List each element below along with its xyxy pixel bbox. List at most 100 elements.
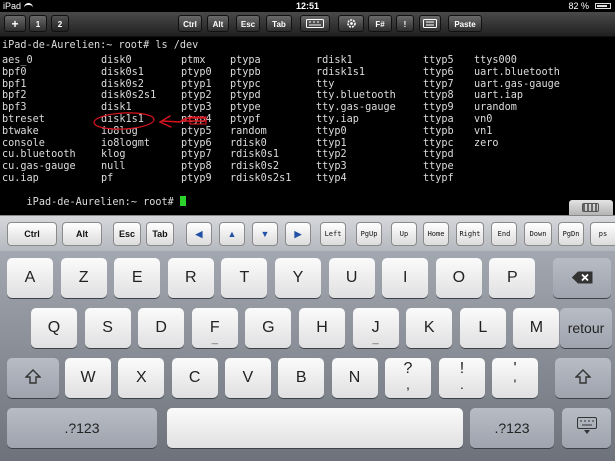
key-s[interactable]: S [84, 308, 131, 348]
left-arrow-key[interactable]: ◀ [186, 222, 212, 246]
listing-entry: ttypf [423, 173, 454, 184]
special-key-button[interactable]: ! [396, 15, 414, 32]
backspace-key[interactable] [553, 258, 611, 298]
listing-entry: ptyp5 [181, 125, 212, 137]
right-arrow-key[interactable]: ▶ [285, 222, 311, 246]
listing-entry: rdisk1s1 [316, 66, 366, 78]
apostrophe-key[interactable]: ' ' [492, 358, 538, 398]
gear-icon [346, 19, 356, 28]
paste-button[interactable]: Paste [448, 15, 482, 32]
listing-entry: ptypa [230, 55, 261, 66]
listing-entry: io8logmt [101, 137, 151, 149]
function-keys-button[interactable]: F# [368, 15, 392, 32]
new-session-button[interactable]: + [4, 15, 26, 32]
numbers-key-left[interactable]: .?123 [7, 408, 157, 448]
listing-entry: ttyp1 [316, 137, 347, 149]
listing-entry: ttyp2 [316, 149, 347, 161]
terminal-toolbar: + 1 2 Ctrl Alt Esc Tab F# ! Paste [0, 12, 615, 37]
key-h[interactable]: H [299, 308, 345, 348]
key-i[interactable]: I [382, 258, 429, 298]
key-c[interactable]: C [171, 358, 218, 398]
listing-entry: ttys000 [474, 55, 517, 66]
listing-entry: bpf3 [2, 102, 27, 114]
key-y[interactable]: Y [275, 258, 321, 298]
key-q[interactable]: Q [31, 308, 77, 348]
key-w[interactable]: W [65, 358, 111, 398]
key-f[interactable]: F _ [191, 308, 238, 348]
listing-entry: uart.bluetooth [474, 66, 560, 78]
hide-keyboard-tab[interactable] [569, 200, 613, 215]
listing-entry: ttyp4 [316, 173, 347, 184]
key-l[interactable]: L [459, 308, 506, 348]
end-key[interactable]: End [491, 222, 517, 246]
return-key[interactable]: retour [560, 308, 612, 348]
key-u[interactable]: U [328, 258, 375, 298]
ps-key[interactable]: ps [590, 222, 615, 246]
up-key[interactable]: Up [391, 222, 417, 246]
key-b[interactable]: B [278, 358, 325, 398]
left-key[interactable]: Left [320, 222, 346, 246]
terminal-output[interactable]: iPad-de-Aurelien:~ root# ls /dev aes_0 di… [0, 37, 615, 208]
listing-entry: disk0s2s1 [101, 90, 157, 102]
key-m[interactable]: M [513, 308, 560, 348]
listing-entry: ptyp8 [181, 161, 212, 173]
keypad-button[interactable] [419, 15, 441, 32]
listing-entry: ptyp7 [181, 149, 212, 161]
ctrl-key[interactable]: Ctrl [7, 222, 57, 246]
ctrl-key-button[interactable]: Ctrl [178, 15, 202, 32]
key-j[interactable]: J _ [352, 308, 399, 348]
up-arrow-key[interactable]: ▲ [219, 222, 245, 246]
listing-entry: ptypb [230, 66, 261, 78]
tab-key-button[interactable]: Tab [266, 15, 292, 32]
listing-entry: rdisk0s1 [230, 149, 280, 161]
listing-entry: ttyp7 [423, 78, 454, 90]
pgdn-key[interactable]: PgDn [558, 222, 584, 246]
keyboard-toggle-button[interactable] [300, 15, 330, 32]
key-g[interactable]: G [245, 308, 292, 348]
listing-entry: io8log [101, 125, 138, 137]
key-k[interactable]: K [406, 308, 453, 348]
listing-entry: ttyp3 [316, 161, 347, 173]
listing-entry: ttyp5 [423, 55, 454, 66]
tab-key[interactable]: Tab [146, 222, 174, 246]
key-x[interactable]: X [118, 358, 165, 398]
prompt-text: iPad-de-Aurelien:~ root# [26, 197, 174, 208]
down-arrow-key[interactable]: ▼ [252, 222, 278, 246]
listing-entry: btwake [2, 125, 39, 137]
key-t[interactable]: T [221, 258, 268, 298]
session-tab-2[interactable]: 2 [51, 15, 69, 32]
alt-key[interactable]: Alt [62, 222, 102, 246]
settings-button[interactable] [338, 15, 364, 32]
dismiss-keyboard-key[interactable] [562, 408, 611, 448]
listing-entry: urandom [474, 102, 517, 114]
key-e[interactable]: E [114, 258, 161, 298]
key-d[interactable]: D [138, 308, 185, 348]
shift-key-right[interactable] [555, 358, 611, 398]
comma-key[interactable]: ? , [385, 358, 431, 398]
listing-entry: ttypb [423, 125, 454, 137]
period-key[interactable]: ! . [439, 358, 485, 398]
session-tab-1[interactable]: 1 [29, 15, 47, 32]
listing-entry: ttyp6 [423, 66, 454, 78]
key-o[interactable]: O [435, 258, 482, 298]
numbers-key-right[interactable]: .?123 [470, 408, 554, 448]
pgup-key[interactable]: PgUp [356, 222, 382, 246]
key-a[interactable]: A [7, 258, 53, 298]
key-z[interactable]: Z [60, 258, 107, 298]
listing-entry: disk0s1 [101, 66, 144, 78]
shift-key-left[interactable] [7, 358, 59, 398]
esc-key[interactable]: Esc [113, 222, 141, 246]
key-v[interactable]: V [224, 358, 271, 398]
home-key[interactable]: Home [423, 222, 449, 246]
listing-entry: ttyp9 [423, 102, 454, 114]
down-key[interactable]: Down [524, 222, 552, 246]
key-n[interactable]: N [331, 358, 378, 398]
right-key[interactable]: Right [456, 222, 484, 246]
key-r[interactable]: R [167, 258, 214, 298]
listing-entry: ptyp0 [181, 66, 212, 78]
listing-entry: ttype [423, 161, 454, 173]
alt-key-button[interactable]: Alt [207, 15, 229, 32]
space-bar[interactable] [167, 408, 463, 448]
esc-key-button[interactable]: Esc [236, 15, 260, 32]
key-p[interactable]: P [489, 258, 536, 298]
